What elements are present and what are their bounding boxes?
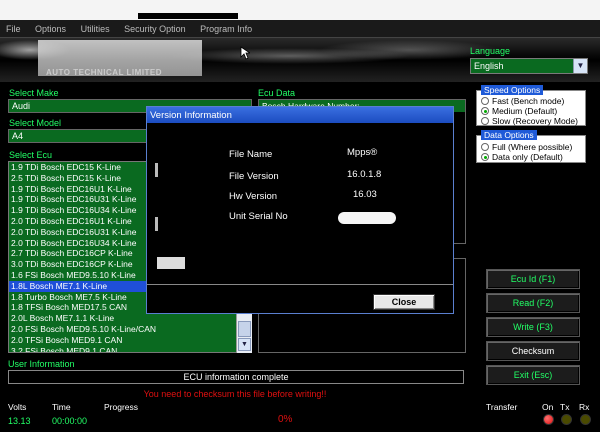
scroll-down-icon[interactable]: ▼: [238, 338, 251, 351]
hw-version-value: 16.03: [353, 189, 377, 200]
model-value: A4: [12, 131, 24, 141]
file-version-label: File Version: [229, 171, 279, 182]
close-button[interactable]: Close: [373, 294, 435, 310]
language-select[interactable]: English ▼: [470, 58, 588, 74]
checksum-button[interactable]: Checksum: [486, 341, 580, 361]
menu-program-info[interactable]: Program Info: [194, 20, 258, 34]
menu-bar: File Options Utilities Security Option P…: [0, 20, 600, 38]
serial-label: Unit Serial No: [229, 211, 288, 222]
language-label: Language: [470, 46, 511, 56]
version-info-dialog: Version Information File Name Mpps® File…: [146, 106, 454, 314]
speed-options-group: Speed Options Fast (Bench mode) Medium (…: [476, 85, 586, 126]
window-title-bar: [0, 0, 600, 20]
speed-option-medium[interactable]: Medium (Default): [481, 106, 557, 116]
volts-value: 13.13: [8, 416, 31, 426]
dialog-artifact: [157, 257, 185, 269]
data-options-header: Data Options: [481, 130, 537, 140]
file-name-label: File Name: [229, 149, 273, 160]
make-value: Audi: [12, 101, 31, 111]
file-version-value: 16.0.1.8: [347, 169, 382, 180]
file-name-value: Mpps®: [347, 147, 378, 158]
menu-options[interactable]: Options: [29, 20, 72, 34]
time-label: Time: [52, 402, 71, 412]
brand-caption: AUTO TECHNICAL LIMITED: [46, 68, 163, 77]
write-button[interactable]: Write (F3): [486, 317, 580, 337]
tx-led-icon: [561, 414, 572, 425]
ecu-label: Select Ecu: [9, 150, 53, 160]
make-label: Select Make: [9, 88, 59, 98]
rx-led-icon: [580, 414, 591, 425]
time-value: 00:00:00: [52, 416, 88, 426]
ecu-data-label: Ecu Data: [258, 88, 296, 98]
on-label: On: [542, 402, 554, 412]
speed-option-fast[interactable]: Fast (Bench mode): [481, 96, 564, 106]
data-option-data-only[interactable]: Data only (Default): [481, 152, 563, 162]
data-options-group: Data Options Full (Where possible) Data …: [476, 130, 586, 163]
title-redaction: [138, 13, 238, 19]
language-value: English: [474, 61, 504, 71]
scroll-thumb[interactable]: [238, 321, 251, 337]
radio-selected-icon[interactable]: [481, 153, 489, 161]
speed-options-header: Speed Options: [481, 85, 544, 95]
tx-label: Tx: [560, 402, 570, 412]
radio-selected-icon[interactable]: [481, 107, 489, 115]
checksum-warning: You need to checksum this file before wr…: [143, 389, 327, 399]
radio-icon[interactable]: [481, 97, 489, 105]
ecu-list-item[interactable]: 2.0L Bosch ME7.1.1 K-Line: [9, 313, 251, 324]
speed-option-slow[interactable]: Slow (Recovery Mode): [481, 116, 578, 126]
progress-value: 0%: [278, 414, 293, 425]
dialog-title: Version Information: [150, 110, 232, 121]
user-info-label: User Information: [8, 359, 75, 369]
mouse-cursor-icon: [240, 46, 250, 60]
rx-label: Rx: [579, 402, 590, 412]
transfer-label: Transfer: [486, 402, 518, 412]
radio-icon[interactable]: [481, 117, 489, 125]
radio-icon[interactable]: [481, 143, 489, 151]
ecu-list-item[interactable]: 3.2 FSi Bosch MED9.1 CAN: [9, 346, 251, 352]
dialog-artifact: [155, 217, 158, 231]
on-led-icon: [543, 414, 554, 425]
chevron-down-icon[interactable]: ▼: [573, 59, 587, 73]
serial-redaction: [338, 212, 396, 224]
dialog-title-bar: Version Information: [147, 107, 453, 123]
dialog-separator: [147, 284, 453, 285]
menu-file[interactable]: File: [0, 20, 27, 34]
data-option-full[interactable]: Full (Where possible): [481, 142, 572, 152]
dialog-artifact: [155, 163, 158, 177]
volts-label: Volts: [8, 402, 27, 412]
menu-utilities[interactable]: Utilities: [75, 20, 116, 34]
ecu-list-item[interactable]: 2.0 TFSi Bosch MED9.1 CAN: [9, 335, 251, 346]
menu-security-option[interactable]: Security Option: [118, 20, 192, 34]
progress-label: Progress: [104, 402, 139, 412]
model-label: Select Model: [9, 118, 62, 128]
read-button[interactable]: Read (F2): [486, 293, 580, 313]
user-info-box: ECU information complete: [8, 370, 464, 384]
ecu-id-button[interactable]: Ecu Id (F1): [486, 269, 580, 289]
exit-button[interactable]: Exit (Esc): [486, 365, 580, 385]
ecu-list-item[interactable]: 2.0 FSi Bosch MED9.5.10 K-Line/CAN: [9, 324, 251, 335]
user-info-message: ECU information complete: [183, 372, 289, 382]
hw-version-label: Hw Version: [229, 191, 278, 202]
